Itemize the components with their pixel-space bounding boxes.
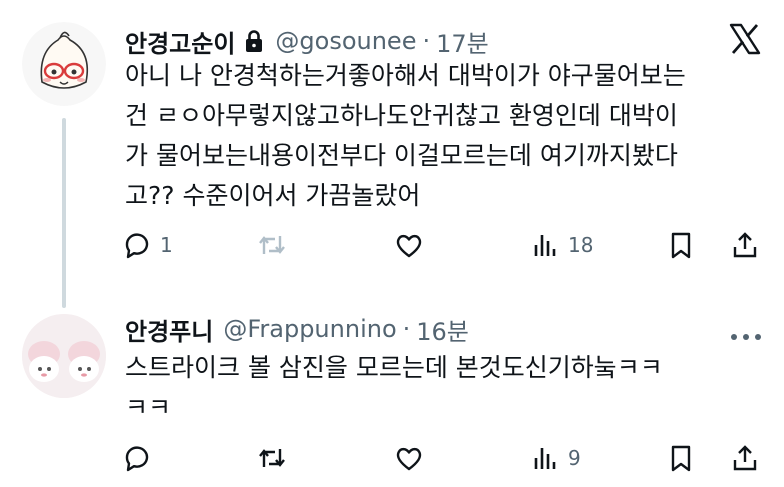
author-handle[interactable]: @Frappunnino [223,315,396,343]
retweet-icon [259,449,285,467]
views-button[interactable]: 9 [530,440,581,476]
retweet-button[interactable] [257,440,295,476]
tweet-text: 스트라이크 볼 삼진을 모르는데 본것도신기하눜ㅋㅋ ㅋㅋ [125,353,663,422]
views-icon [534,235,556,256]
bookmark-icon [671,232,691,259]
avatar-illustration [22,314,106,398]
x-logo-icon[interactable] [728,22,762,56]
avatar[interactable] [22,314,106,398]
share-button[interactable] [730,440,760,476]
retweet-icon [259,236,285,254]
like-button[interactable] [394,227,432,263]
separator: · [402,315,411,343]
reply-button[interactable] [122,440,160,476]
thread-line [62,118,66,308]
view-count: 9 [568,446,581,470]
share-icon [733,232,757,258]
avatar-illustration [22,22,106,106]
action-bar: 9 [122,440,758,476]
reply-count: 1 [160,233,173,257]
like-button[interactable] [394,440,432,476]
action-bar: 1 18 [122,227,758,263]
tweet-header: 안경고순이 @gosounee · 17분 [125,24,489,58]
tweet[interactable]: 안경푸니 @Frappunnino · 16분 스트라이크 볼 삼진을 모르는데… [0,290,784,487]
tweet-header: 안경푸니 @Frappunnino · 16분 [125,312,469,346]
avatar[interactable] [22,22,106,106]
bookmark-button[interactable] [666,227,696,263]
more-icon[interactable] [730,326,762,340]
tweet[interactable]: 안경고순이 @gosounee · 17분 아니 나 안경척하는거좋아해서 대박… [0,0,784,308]
timestamp[interactable]: 16분 [416,312,469,347]
timestamp[interactable]: 17분 [436,24,489,59]
author-name[interactable]: 안경고순이 [125,24,235,59]
reply-icon [125,233,149,259]
retweet-button [257,227,295,263]
view-count: 18 [568,233,594,257]
author-name[interactable]: 안경푸니 [125,312,213,347]
share-icon [733,445,757,471]
author-handle[interactable]: @gosounee [275,27,416,55]
views-icon [534,448,556,469]
like-icon [396,234,422,258]
like-icon [396,447,422,471]
lock-icon [243,29,265,53]
reply-button[interactable]: 1 [122,227,173,263]
bookmark-button[interactable] [666,440,696,476]
tweet-text: 아니 나 안경척하는거좋아해서 대박이가 야구물어보는 건 ㄹㅇ아무렇지않고하나… [125,61,686,210]
reply-icon [125,446,149,472]
bookmark-icon [671,445,691,472]
views-button[interactable]: 18 [530,227,593,263]
share-button[interactable] [730,227,760,263]
separator: · [422,27,431,55]
